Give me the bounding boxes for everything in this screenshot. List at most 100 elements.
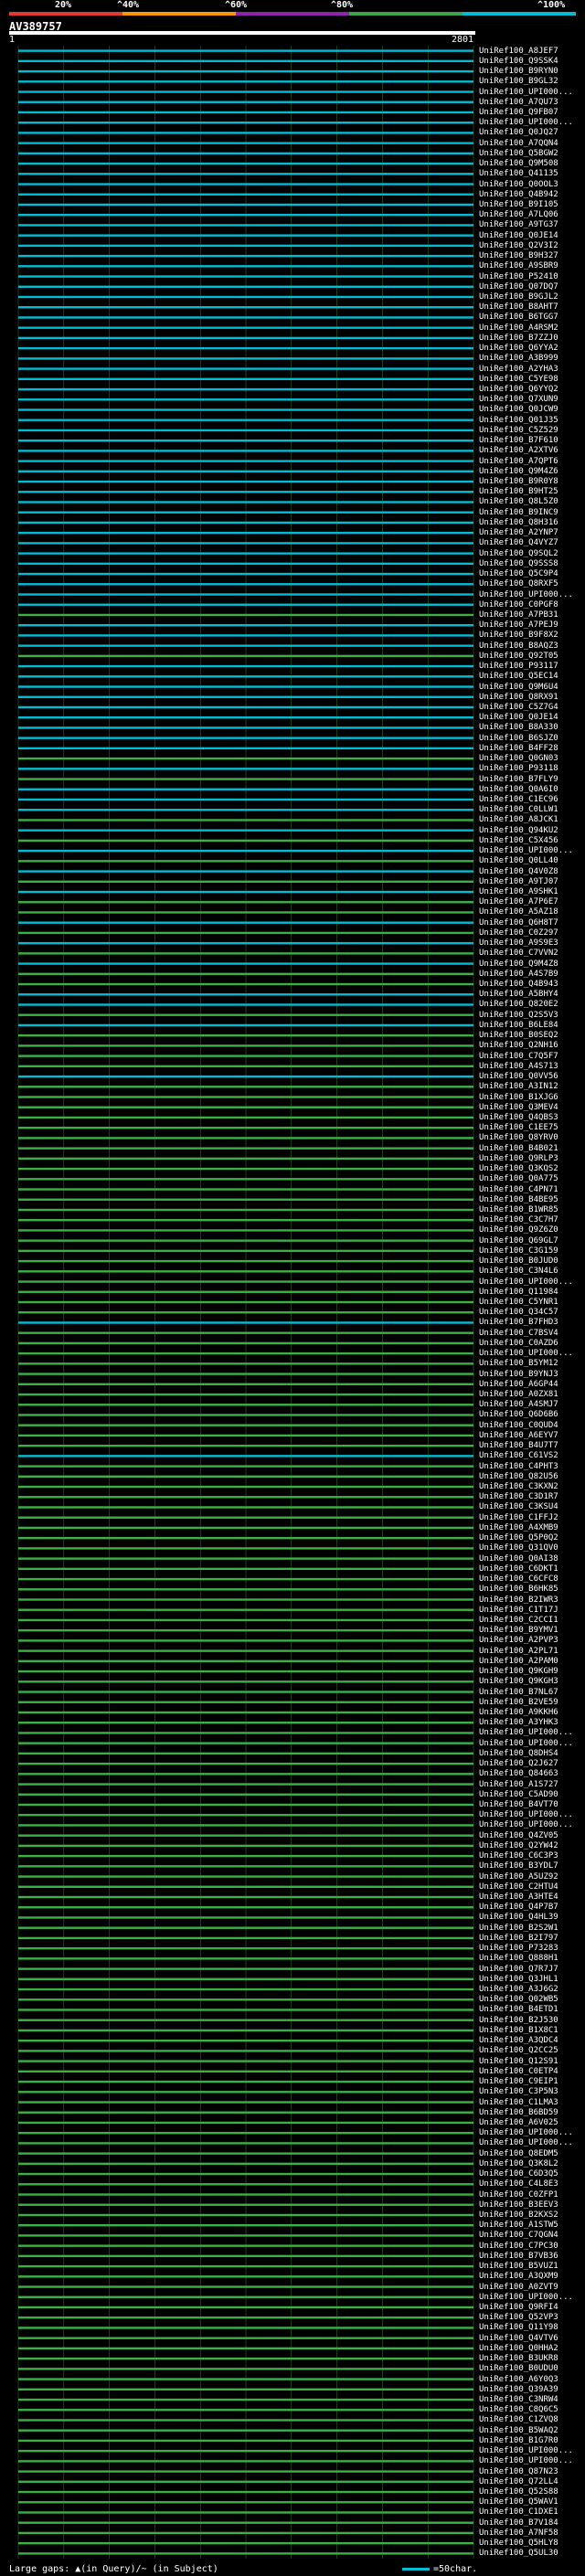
hit-label[interactable]: UniRef100_Q9KGH9 [479, 1667, 558, 1676]
hit-label[interactable]: UniRef100_C8Q6C5 [479, 2405, 558, 2414]
hit-bar[interactable] [18, 377, 473, 380]
hit-bar[interactable] [18, 111, 473, 114]
hit-label[interactable]: UniRef100_Q11984 [479, 1288, 558, 1297]
hit-label[interactable]: UniRef100_A7P6E7 [479, 897, 558, 906]
hit-label[interactable]: UniRef100_Q4ZV05 [479, 1831, 558, 1840]
hit-bar[interactable] [18, 1229, 473, 1232]
hit-label[interactable]: UniRef100_B4U7T7 [479, 1441, 558, 1450]
hit-bar[interactable] [18, 1701, 473, 1703]
hit-label[interactable]: UniRef100_Q5BGW2 [479, 149, 558, 158]
hit-label[interactable]: UniRef100_B3YDL7 [479, 1861, 558, 1871]
hit-bar[interactable] [18, 788, 473, 790]
hit-bar[interactable] [18, 901, 473, 904]
hit-bar[interactable] [18, 1373, 473, 1375]
hit-bar[interactable] [18, 1854, 473, 1858]
hit-label[interactable]: UniRef100_C7PC30 [479, 2242, 558, 2251]
hit-bar[interactable] [18, 1424, 473, 1426]
hit-label[interactable]: UniRef100_Q52VP3 [479, 2313, 558, 2322]
hit-bar[interactable] [18, 2244, 473, 2247]
hit-label[interactable]: UniRef100_C3D1R7 [479, 1492, 558, 1501]
hit-bar[interactable] [18, 1414, 473, 1416]
hit-bar[interactable] [18, 491, 473, 493]
hit-label[interactable]: UniRef100_Q9RLP3 [479, 1154, 558, 1163]
hit-bar[interactable] [18, 829, 473, 832]
hit-bar[interactable] [18, 531, 473, 535]
hit-label[interactable]: UniRef100_B0UDU0 [479, 2364, 558, 2373]
hit-bar[interactable] [18, 214, 473, 217]
hit-bar[interactable] [18, 860, 473, 863]
hit-bar[interactable] [18, 2378, 473, 2380]
hit-label[interactable]: UniRef100_C1T17J [479, 1606, 558, 1615]
hit-bar[interactable] [18, 819, 473, 822]
hit-label[interactable]: UniRef100_B9YNJ3 [479, 1370, 558, 1379]
hit-bar[interactable] [18, 2490, 473, 2494]
hit-label[interactable]: UniRef100_C6DKT1 [479, 1564, 558, 1574]
hit-bar[interactable] [18, 2213, 473, 2217]
hit-label[interactable]: UniRef100_B8AQZ3 [479, 641, 558, 651]
hit-bar[interactable] [18, 2419, 473, 2422]
hit-label[interactable]: UniRef100_Q9SQL2 [479, 549, 558, 558]
hit-bar[interactable] [18, 1722, 473, 1724]
hit-label[interactable]: UniRef100_B6TGG7 [479, 313, 558, 322]
hit-bar[interactable] [18, 265, 473, 268]
hit-bar[interactable] [18, 69, 473, 73]
hit-label[interactable]: UniRef100_Q9M4Z8 [479, 959, 558, 969]
hit-label[interactable]: UniRef100_B4VT70 [479, 1800, 558, 1809]
hit-label[interactable]: UniRef100_Q2YW42 [479, 1841, 558, 1850]
hit-bar[interactable] [18, 1147, 473, 1150]
hit-label[interactable]: UniRef100_B6BD59 [479, 2108, 558, 2117]
hit-label[interactable]: UniRef100_B5YM12 [479, 1359, 558, 1368]
hit-bar[interactable] [18, 275, 473, 278]
hit-bar[interactable] [18, 757, 473, 760]
hit-bar[interactable] [18, 1732, 473, 1734]
hit-label[interactable]: UniRef100_Q9RFI4 [479, 2303, 558, 2312]
hit-label[interactable]: UniRef100_C0ETP4 [479, 2067, 558, 2076]
hit-label[interactable]: UniRef100_B2S2W1 [479, 1924, 558, 1933]
hit-label[interactable]: UniRef100_UPI000... [479, 1728, 573, 1737]
hit-bar[interactable] [18, 1065, 473, 1068]
hit-label[interactable]: UniRef100_B2J530 [479, 2016, 558, 2025]
hit-bar[interactable] [18, 1957, 473, 1960]
hit-label[interactable]: UniRef100_C0ZFP1 [479, 2190, 558, 2200]
hit-bar[interactable] [18, 2101, 473, 2104]
hit-label[interactable]: UniRef100_C4L8E3 [479, 2179, 558, 2189]
hit-label[interactable]: UniRef100_A2PAM0 [479, 1657, 558, 1666]
hit-bar[interactable] [18, 2521, 473, 2524]
hit-bar[interactable] [18, 768, 473, 770]
hit-label[interactable]: UniRef100_Q0A6I0 [479, 785, 558, 794]
hit-label[interactable]: UniRef100_B1X8C1 [479, 2026, 558, 2035]
hit-bar[interactable] [18, 1577, 473, 1581]
hit-bar[interactable] [18, 80, 473, 83]
hit-bar[interactable] [18, 2347, 473, 2350]
hit-label[interactable]: UniRef100_A3QDC4 [479, 2036, 558, 2045]
hit-bar[interactable] [18, 2285, 473, 2288]
hit-bar[interactable] [18, 870, 473, 873]
hit-label[interactable]: UniRef100_UPI000... [479, 1349, 573, 1358]
hit-label[interactable]: UniRef100_A0ZVT9 [479, 2283, 558, 2292]
hit-label[interactable]: UniRef100_C5AD90 [479, 1790, 558, 1799]
hit-bar[interactable] [18, 1086, 473, 1088]
hit-label[interactable]: UniRef100_UPI000... [479, 118, 573, 127]
hit-label[interactable]: UniRef100_Q5C9P4 [479, 569, 558, 578]
hit-bar[interactable] [18, 1188, 473, 1191]
hit-label[interactable]: UniRef100_B9GJL2 [479, 292, 558, 302]
hit-bar[interactable] [18, 1270, 473, 1273]
hit-bar[interactable] [18, 1444, 473, 1447]
hit-label[interactable]: UniRef100_C61VS2 [479, 1451, 558, 1460]
hit-label[interactable]: UniRef100_C3KSU4 [479, 1502, 558, 1511]
hit-label[interactable]: UniRef100_Q9M4Z6 [479, 467, 558, 476]
hit-label[interactable]: UniRef100_Q8DHS4 [479, 1749, 558, 1758]
hit-bar[interactable] [18, 1116, 473, 1119]
hit-bar[interactable] [18, 1628, 473, 1632]
hit-label[interactable]: UniRef100_Q12S91 [479, 2057, 558, 2066]
hit-label[interactable]: UniRef100_Q69GL7 [479, 1236, 558, 1246]
hit-bar[interactable] [18, 2480, 473, 2484]
hit-label[interactable]: UniRef100_Q8YRV0 [479, 1133, 558, 1142]
hit-bar[interactable] [18, 2501, 473, 2504]
hit-bar[interactable] [18, 1393, 473, 1396]
hit-label[interactable]: UniRef100_C7Q5F7 [479, 1052, 558, 1061]
hit-bar[interactable] [18, 1926, 473, 1929]
hit-label[interactable]: UniRef100_A4S713 [479, 1062, 558, 1071]
hit-bar[interactable] [18, 2234, 473, 2237]
hit-label[interactable]: UniRef100_B7VB36 [479, 2252, 558, 2261]
